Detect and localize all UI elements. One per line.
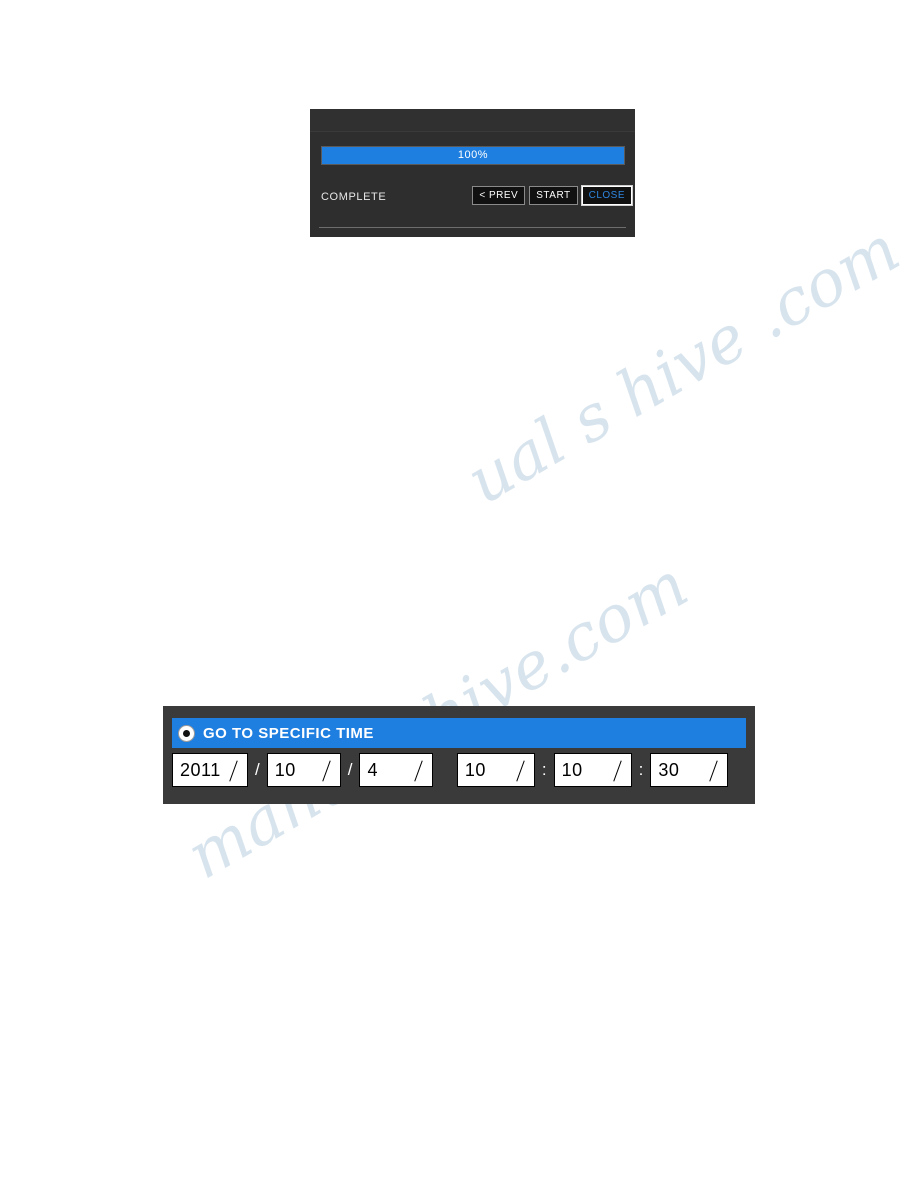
stepper-handle-icon[interactable] xyxy=(611,760,625,782)
stepper-handle-icon[interactable] xyxy=(514,760,528,782)
stepper-handle-icon[interactable] xyxy=(320,760,334,782)
minute-value: 10 xyxy=(561,759,583,780)
watermark-text-primary: ual s hive .com xyxy=(455,212,912,520)
stepper-handle-icon[interactable] xyxy=(227,760,241,782)
date-separator-2: / xyxy=(347,760,353,779)
year-stepper[interactable]: 2011 xyxy=(172,753,248,787)
day-value: 4 xyxy=(367,759,378,780)
time-separator-1: : xyxy=(541,760,547,779)
progress-status-text: COMPLETE xyxy=(321,191,387,203)
year-value: 2011 xyxy=(180,759,221,780)
radio-dot xyxy=(183,729,190,737)
dialog-titlebar xyxy=(310,109,635,132)
start-button[interactable]: START xyxy=(529,186,578,205)
hour-value: 10 xyxy=(464,759,486,780)
time-gap xyxy=(433,760,456,780)
close-button[interactable]: CLOSE xyxy=(580,185,634,206)
panel-title: GO TO SPECIFIC TIME xyxy=(203,724,374,742)
time-separator-2: : xyxy=(638,760,644,779)
prev-button[interactable]: < PREV xyxy=(472,186,526,205)
progress-bar: 100% xyxy=(321,146,625,165)
go-to-specific-time-header[interactable]: GO TO SPECIFIC TIME xyxy=(172,718,746,748)
go-to-specific-time-panel: GO TO SPECIFIC TIME 2011 / 10 / 4 10 : 1… xyxy=(163,706,755,804)
radio-selected-icon[interactable] xyxy=(178,724,195,742)
dialog-divider xyxy=(319,227,626,228)
second-stepper[interactable]: 30 xyxy=(650,753,729,787)
second-value: 30 xyxy=(658,759,680,780)
datetime-field-row: 2011 / 10 / 4 10 : 10 : 30 xyxy=(172,753,729,787)
stepper-handle-icon[interactable] xyxy=(707,760,721,782)
stepper-handle-icon[interactable] xyxy=(412,760,426,782)
dialog-body: 100% COMPLETE < PREV START CLOSE xyxy=(310,132,635,228)
day-stepper[interactable]: 4 xyxy=(359,753,434,787)
hour-stepper[interactable]: 10 xyxy=(456,753,535,787)
backup-progress-dialog: 100% COMPLETE < PREV START CLOSE xyxy=(310,109,635,237)
dialog-button-row: < PREV START CLOSE xyxy=(472,185,634,206)
month-stepper[interactable]: 10 xyxy=(266,753,341,787)
progress-percent-label: 100% xyxy=(457,149,489,161)
date-separator-1: / xyxy=(255,760,260,779)
month-value: 10 xyxy=(274,759,296,780)
minute-stepper[interactable]: 10 xyxy=(553,753,632,787)
